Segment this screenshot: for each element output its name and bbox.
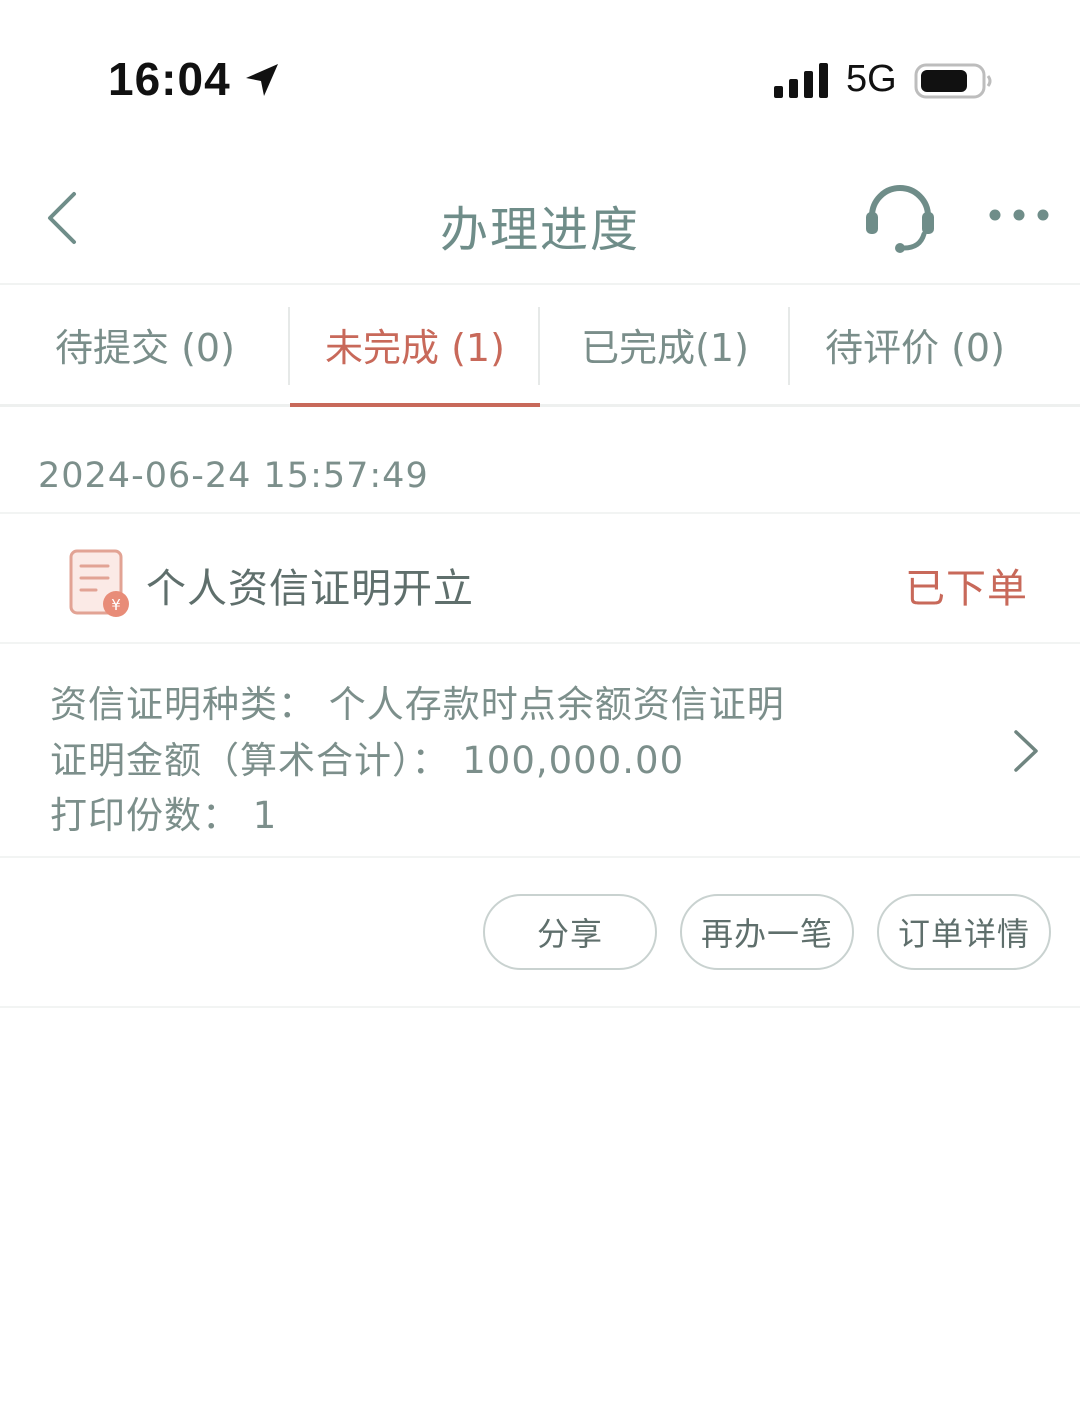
detail-amount: 证明金额（算术合计）： 100,000.00 <box>50 739 685 782</box>
network-type: 5G <box>846 58 897 100</box>
tab-label: 待评价 (0) <box>825 326 1005 370</box>
tab-incomplete[interactable]: 未完成 (1) <box>290 285 540 407</box>
tab-label: 待提交 (0) <box>55 326 235 370</box>
more-dots-icon[interactable] <box>986 200 1052 230</box>
redo-order-button[interactable]: 再办一笔 <box>680 894 854 970</box>
status-time: 16:04 <box>108 53 231 105</box>
order-title-row[interactable]: ¥ 个人资信证明开立 已下单 <box>0 514 1080 644</box>
order-status-badge: 已下单 <box>905 566 1028 612</box>
tab-completed[interactable]: 已完成(1) <box>540 285 790 404</box>
order-title: 个人资信证明开立 <box>146 566 474 612</box>
order-detail-button[interactable]: 订单详情 <box>877 894 1051 970</box>
tab-label: 未完成 (1) <box>325 326 505 370</box>
chevron-right-icon[interactable] <box>1006 726 1046 776</box>
detail-certificate-type: 资信证明种类： 个人存款时点余额资信证明 <box>50 683 785 726</box>
order-actions: 分享 再办一笔 订单详情 <box>0 858 1080 1008</box>
tab-pending-review[interactable]: 待评价 (0) <box>790 285 1040 404</box>
share-button[interactable]: 分享 <box>483 894 657 970</box>
status-tabs: 待提交 (0) 未完成 (1) 已完成(1) 待评价 (0) <box>0 285 1080 407</box>
tab-label: 已完成(1) <box>581 326 749 370</box>
detail-print-copies: 打印份数： 1 <box>50 794 278 837</box>
headset-icon[interactable] <box>860 178 940 258</box>
nav-bar: 办理进度 <box>0 150 1080 285</box>
order-date-row: 2024-06-24 15:57:49 <box>0 410 1080 514</box>
order-datetime: 2024-06-24 15:57:49 <box>38 456 429 496</box>
tab-pending-submit[interactable]: 待提交 (0) <box>0 285 290 404</box>
signal-bars-icon <box>774 63 828 98</box>
order-details[interactable]: 资信证明种类： 个人存款时点余额资信证明 证明金额（算术合计）： 100,000… <box>0 644 1080 858</box>
document-yuan-icon: ¥ <box>69 549 129 617</box>
location-arrow-icon <box>246 64 278 96</box>
svg-text:¥: ¥ <box>111 596 121 614</box>
status-bar: 16:04 5G <box>0 0 1080 150</box>
battery-icon <box>914 63 992 99</box>
active-tab-indicator <box>290 403 540 407</box>
